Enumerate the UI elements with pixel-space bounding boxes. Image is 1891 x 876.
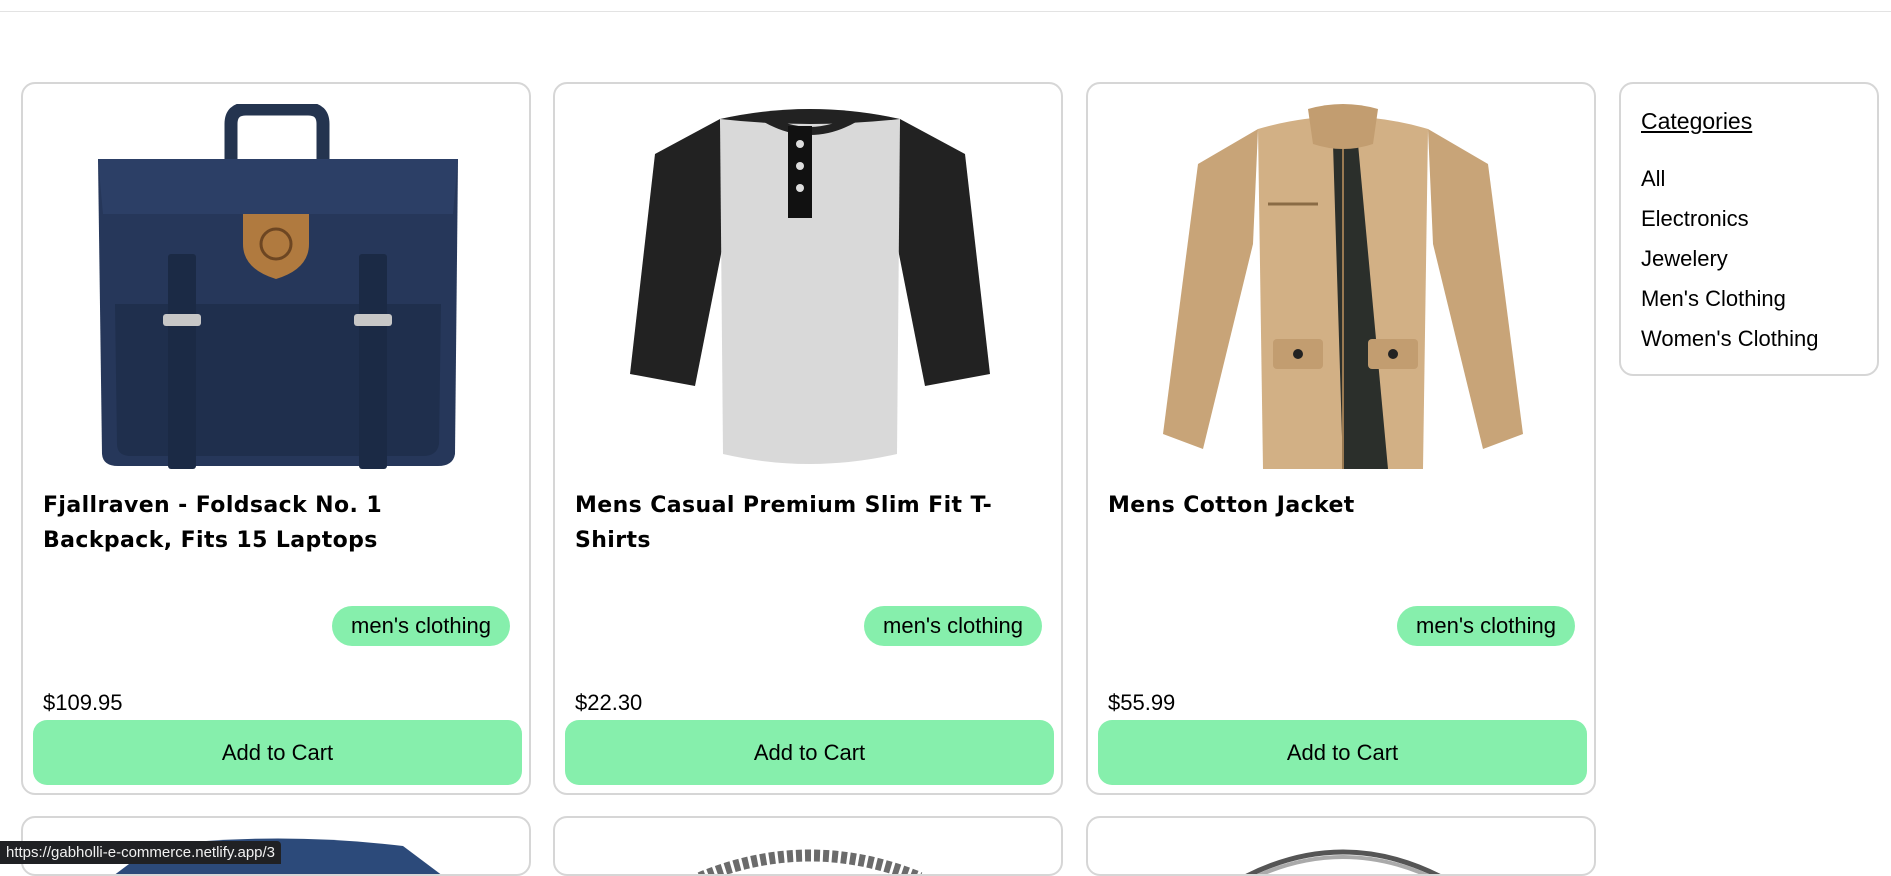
product-price: $109.95 bbox=[43, 690, 123, 715]
category-link-mens-clothing[interactable]: Men's Clothing bbox=[1641, 286, 1786, 312]
product-card[interactable]: Fjallraven - Foldsack No. 1 Backpack, Fi… bbox=[21, 82, 531, 795]
product-title[interactable]: Fjallraven - Foldsack No. 1 Backpack, Fi… bbox=[43, 488, 518, 558]
add-to-cart-button[interactable]: Add to Cart bbox=[33, 720, 522, 785]
link-status-bar: https://gabholli-e-commerce.netlify.app/… bbox=[0, 841, 282, 864]
category-badge: men's clothing bbox=[332, 606, 510, 646]
categories-heading: Categories bbox=[1641, 108, 1753, 134]
backpack-image bbox=[98, 104, 458, 469]
category-link-all[interactable]: All bbox=[1641, 166, 1665, 192]
add-to-cart-button[interactable]: Add to Cart bbox=[565, 720, 1054, 785]
product-card[interactable]: Mens Casual Premium Slim Fit T-Shirts $2… bbox=[553, 82, 1063, 795]
jacket-image bbox=[1163, 104, 1523, 469]
product-card[interactable] bbox=[1086, 816, 1596, 876]
product-card[interactable] bbox=[553, 816, 1063, 876]
ring-image bbox=[1245, 849, 1441, 874]
top-header-bar bbox=[0, 0, 1891, 12]
product-price: $55.99 bbox=[1108, 690, 1176, 715]
add-to-cart-button[interactable]: Add to Cart bbox=[1098, 720, 1587, 785]
category-badge: men's clothing bbox=[1397, 606, 1575, 646]
category-link-jewelery[interactable]: Jewelery bbox=[1641, 246, 1728, 272]
category-link-electronics[interactable]: Electronics bbox=[1641, 206, 1749, 232]
product-title[interactable]: Mens Cotton Jacket bbox=[1108, 488, 1583, 523]
category-badge: men's clothing bbox=[864, 606, 1042, 646]
bracelet-image bbox=[697, 849, 923, 874]
product-card[interactable]: Mens Cotton Jacket $55.99 men's clothing… bbox=[1086, 82, 1596, 795]
categories-sidebar: Categories All Electronics Jewelery Men'… bbox=[1619, 82, 1879, 376]
tshirt-image bbox=[630, 109, 990, 464]
product-title[interactable]: Mens Casual Premium Slim Fit T-Shirts bbox=[575, 488, 1050, 558]
category-link-womens-clothing[interactable]: Women's Clothing bbox=[1641, 326, 1818, 352]
product-price: $22.30 bbox=[575, 690, 643, 715]
